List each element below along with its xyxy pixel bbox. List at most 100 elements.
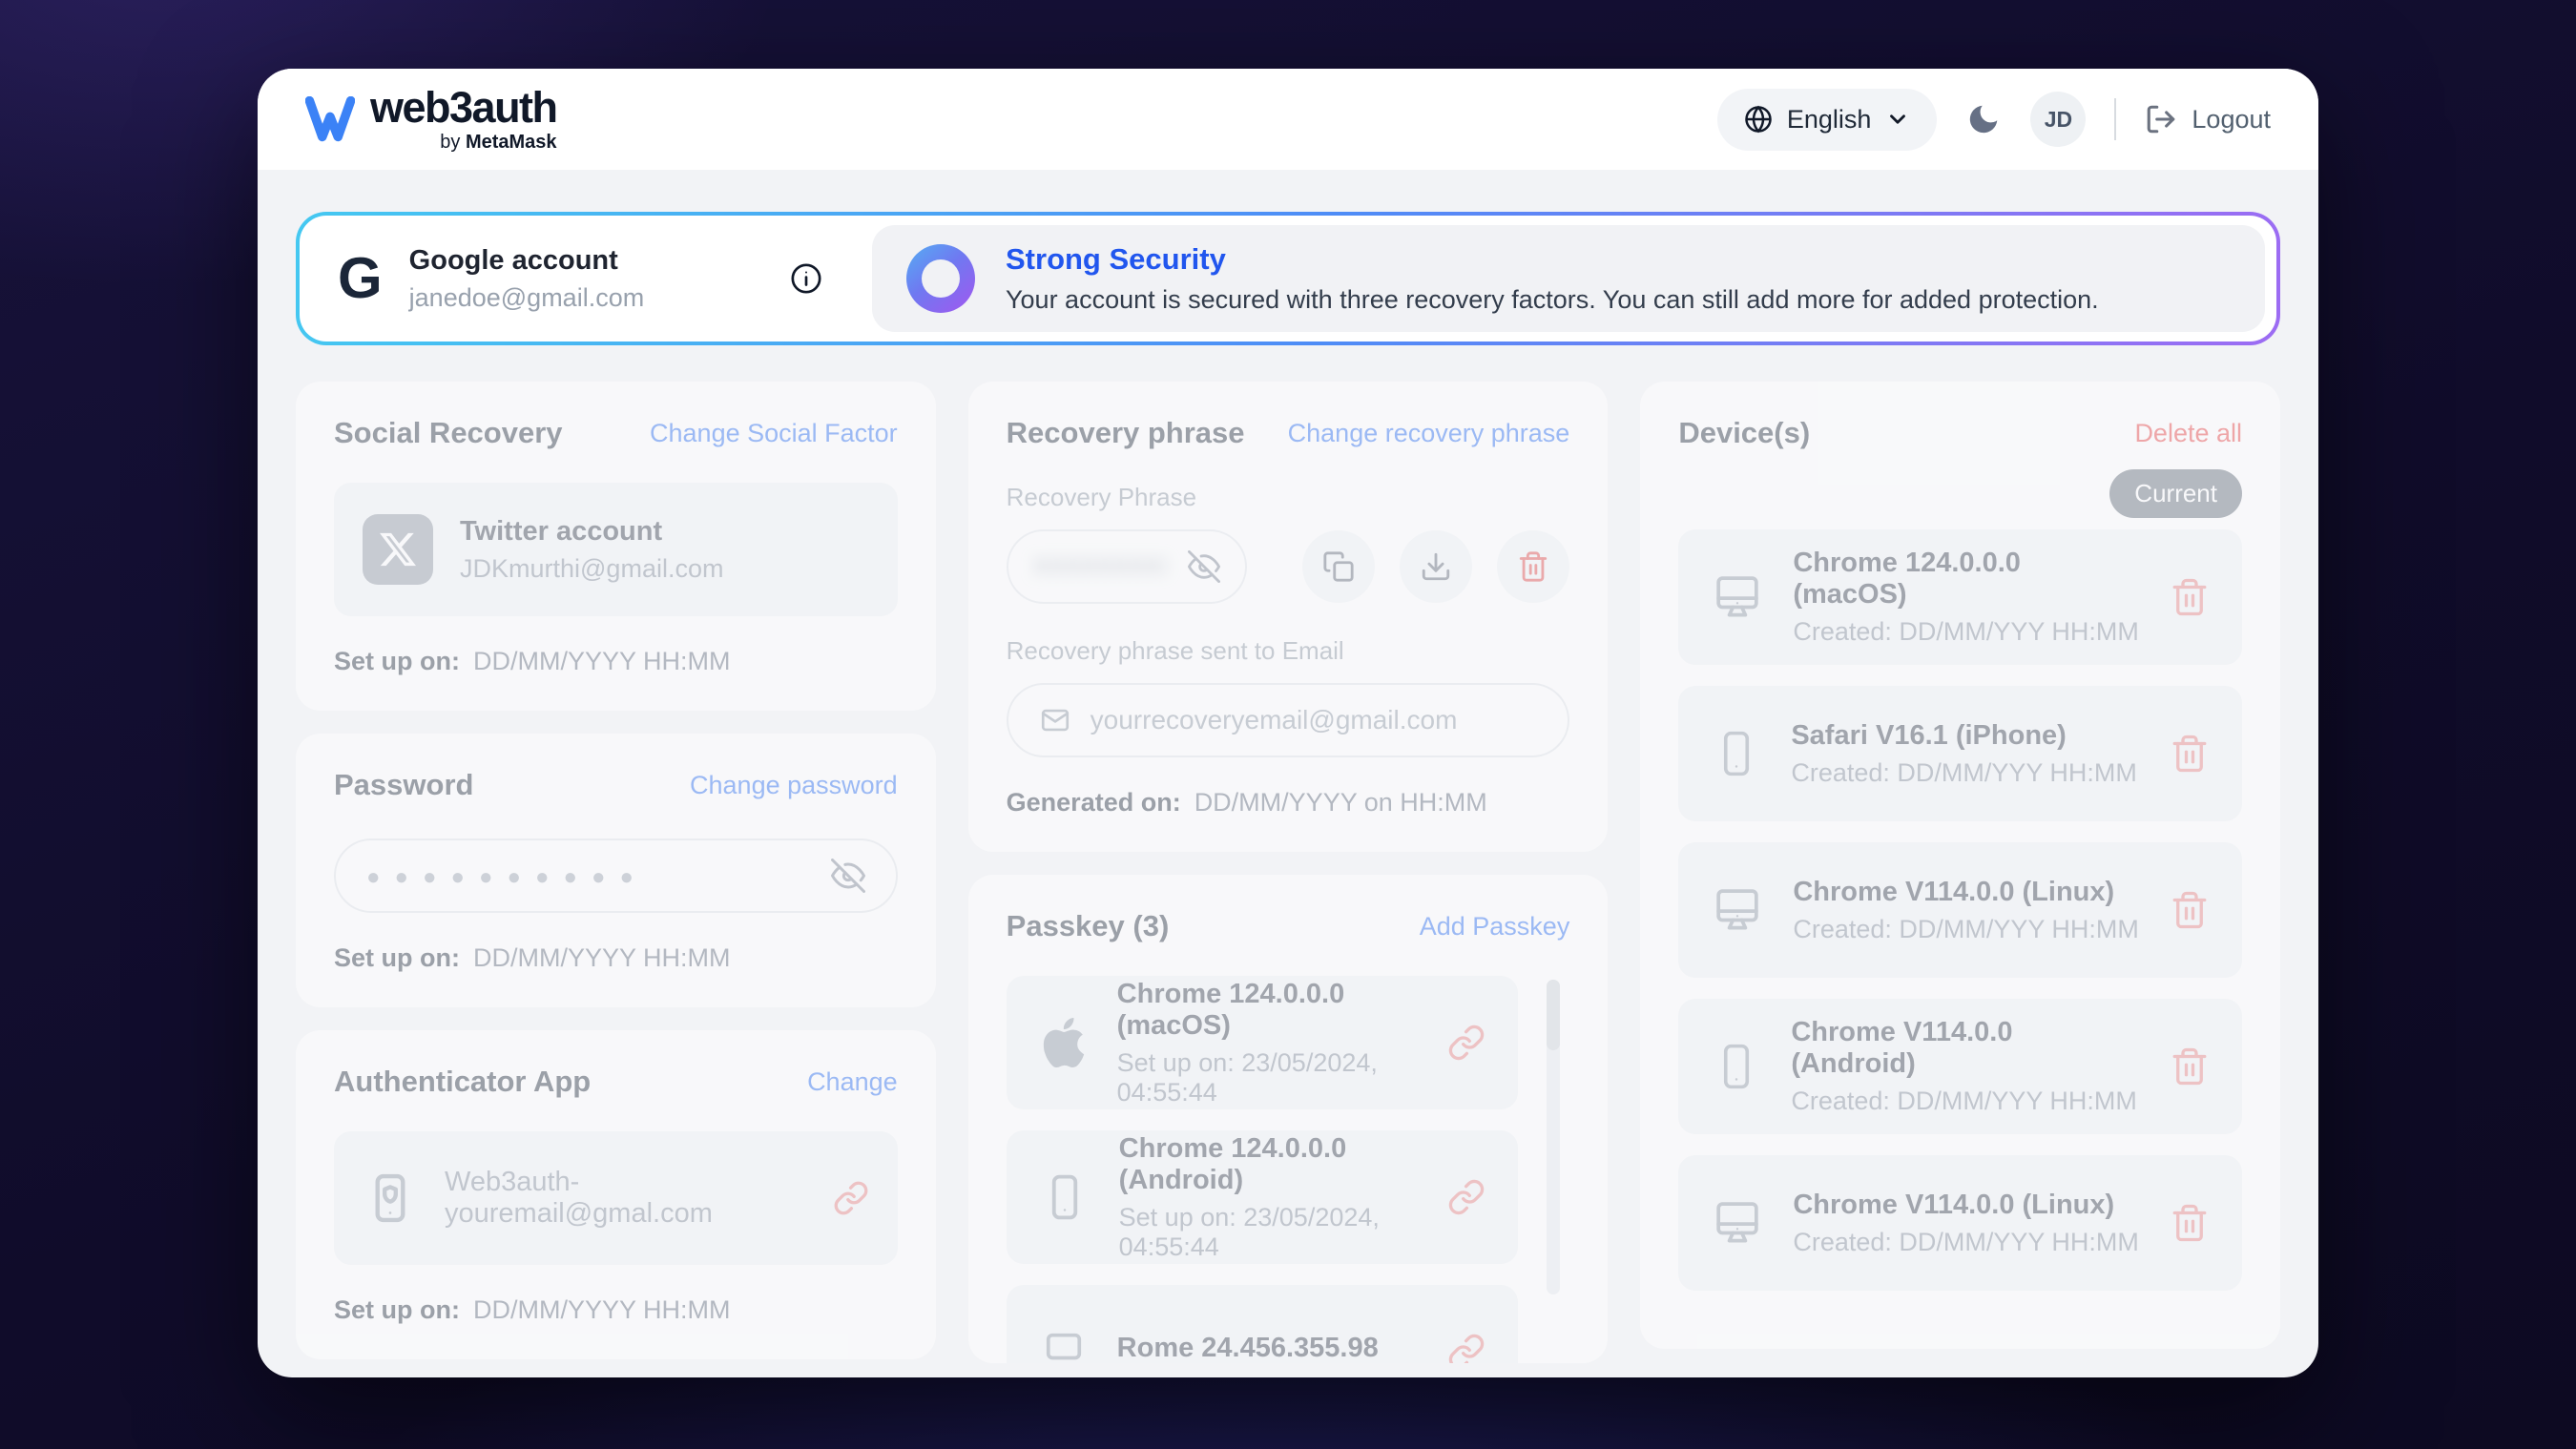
authenticator-account: Web3auth-youremail@gmal.com <box>445 1167 806 1230</box>
recovery-email-value: yourrecoveryemail@gmail.com <box>1091 705 1458 735</box>
twitter-account-title: Twitter account <box>460 516 723 548</box>
authenticator-card: Authenticator App Change Web3auth-yourem… <box>296 1030 936 1359</box>
moon-icon <box>1965 101 2002 137</box>
device-created: Created: DD/MM/YYY HH:MM <box>1793 1228 2139 1257</box>
unlink-icon[interactable] <box>833 1180 869 1216</box>
globe-icon <box>1744 105 1773 134</box>
setup-label: Set up on: <box>334 1295 460 1325</box>
info-icon[interactable] <box>790 262 822 295</box>
language-selector[interactable]: English <box>1717 89 1938 151</box>
app-window: web3auth by MetaMask English <box>258 69 2318 1377</box>
desktop-icon <box>1711 1196 1764 1250</box>
setup-value: DD/MM/YYYY HH:MM <box>473 943 731 973</box>
security-banner: G Google account janedoe@gmail.com Stron… <box>296 212 2280 345</box>
scrollbar-track[interactable] <box>1547 980 1560 1294</box>
passkey-title: Passkey (3) <box>1007 909 1170 943</box>
connected-account: G Google account janedoe@gmail.com <box>300 216 861 342</box>
desktop-icon <box>1711 883 1764 937</box>
web3auth-w-icon <box>305 96 355 142</box>
link-icon[interactable] <box>1447 1333 1485 1363</box>
twitter-account-email: JDKmurthi@gmail.com <box>460 554 723 584</box>
password-title: Password <box>334 768 473 802</box>
brand-byline: by MetaMask <box>440 132 556 154</box>
recovery-phrase-input[interactable]: XXXXXXXXXXXXXX <box>1007 529 1247 604</box>
setup-label: Set up on: <box>334 943 460 973</box>
passkey-name: Chrome 124.0.0.0 (Android) <box>1119 1133 1420 1196</box>
recovery-email-input[interactable]: yourrecoveryemail@gmail.com <box>1007 683 1570 757</box>
passkey-setup: Set up on: 23/05/2024, 04:55:44 <box>1117 1048 1420 1107</box>
security-ring-icon <box>906 244 975 313</box>
logout-label: Logout <box>2192 105 2271 135</box>
eye-off-icon[interactable] <box>1188 550 1220 583</box>
passkey-setup: Set up on: 23/05/2024, 04:55:44 <box>1119 1203 1420 1262</box>
device-name: Safari V16.1 (iPhone) <box>1791 720 2137 752</box>
desktop-icon <box>1711 570 1764 624</box>
recovery-phrase-masked: XXXXXXXXXXXXXX <box>1033 553 1167 581</box>
trash-icon[interactable] <box>2170 577 2210 617</box>
smartphone-icon <box>1039 1171 1091 1223</box>
trash-icon[interactable] <box>2170 734 2210 774</box>
factors-grid: Social Recovery Change Social Factor Twi… <box>296 382 2280 1363</box>
eye-off-icon[interactable] <box>831 859 865 893</box>
download-button[interactable] <box>1400 530 1472 603</box>
generated-label: Generated on: <box>1007 788 1181 818</box>
generated-value: DD/MM/YYYY on HH:MM <box>1195 788 1487 818</box>
recovery-phrase-title: Recovery phrase <box>1007 416 1245 450</box>
x-twitter-icon <box>363 514 433 585</box>
passkey-name: Chrome 124.0.0.0 (macOS) <box>1117 979 1420 1042</box>
trash-icon <box>1517 550 1549 583</box>
trash-icon[interactable] <box>2170 890 2210 930</box>
trash-icon[interactable] <box>2170 1203 2210 1243</box>
page-background: web3auth by MetaMask English <box>0 0 2576 1449</box>
passkey-card: Passkey (3) Add Passkey Chrome 124.0.0.0… <box>968 875 1609 1363</box>
password-input[interactable]: ●●●●●●●●●● <box>334 838 898 913</box>
laptop-icon <box>1039 1327 1089 1363</box>
add-passkey-link[interactable]: Add Passkey <box>1420 912 1570 942</box>
user-avatar[interactable]: JD <box>2030 92 2086 147</box>
recovery-phrase-card: Recovery phrase Change recovery phrase R… <box>968 382 1609 852</box>
trash-icon[interactable] <box>2170 1046 2210 1087</box>
link-icon[interactable] <box>1447 1178 1485 1216</box>
recovery-phrase-label: Recovery Phrase <box>1007 483 1570 512</box>
change-recovery-phrase-link[interactable]: Change recovery phrase <box>1288 419 1570 448</box>
device-row: Safari V16.1 (iPhone) Created: DD/MM/YYY… <box>1678 686 2242 821</box>
change-authenticator-link[interactable]: Change <box>807 1067 898 1097</box>
google-icon: G <box>338 250 383 307</box>
copy-icon <box>1322 550 1355 583</box>
logout-button[interactable]: Logout <box>2145 103 2271 135</box>
device-name: Chrome V114.0.0 (Linux) <box>1793 877 2139 908</box>
device-name: Chrome V114.0.0 (Linux) <box>1793 1190 2139 1221</box>
logout-icon <box>2145 103 2177 135</box>
device-created: Created: DD/MM/YYY HH:MM <box>1791 758 2137 788</box>
apple-icon <box>1039 1018 1089 1067</box>
scrollbar-thumb[interactable] <box>1547 980 1560 1050</box>
social-recovery-title: Social Recovery <box>334 416 563 450</box>
current-device-badge: Current <box>2109 469 2242 518</box>
authenticator-title: Authenticator App <box>334 1065 591 1099</box>
device-row: Chrome V114.0.0 (Android) Created: DD/MM… <box>1678 999 2242 1134</box>
smartphone-icon <box>1711 728 1762 779</box>
dark-mode-toggle[interactable] <box>1965 101 2002 137</box>
security-title: Strong Security <box>1006 242 2099 277</box>
download-icon <box>1420 550 1452 583</box>
setup-value: DD/MM/YYYY HH:MM <box>473 1295 731 1325</box>
app-header: web3auth by MetaMask English <box>258 69 2318 170</box>
change-password-link[interactable]: Change password <box>690 771 898 800</box>
device-name: Chrome V114.0.0 (Android) <box>1791 1017 2141 1080</box>
devices-title: Device(s) <box>1678 416 1810 450</box>
change-social-factor-link[interactable]: Change Social Factor <box>650 419 898 448</box>
password-card: Password Change password ●●●●●●●●●● Set … <box>296 734 936 1007</box>
device-created: Created: DD/MM/YYY HH:MM <box>1791 1087 2141 1116</box>
mail-icon <box>1039 704 1071 736</box>
header-divider <box>2114 98 2116 140</box>
copy-button[interactable] <box>1302 530 1375 603</box>
passkey-row: Chrome 124.0.0.0 (Android) Set up on: 23… <box>1007 1130 1519 1264</box>
link-icon[interactable] <box>1447 1024 1485 1062</box>
smartphone-icon <box>1711 1041 1762 1092</box>
passkey-row: Chrome 124.0.0.0 (macOS) Set up on: 23/0… <box>1007 976 1519 1109</box>
delete-all-link[interactable]: Delete all <box>2134 419 2242 448</box>
social-recovery-card: Social Recovery Change Social Factor Twi… <box>296 382 936 711</box>
delete-phrase-button[interactable] <box>1497 530 1569 603</box>
device-list: Chrome 124.0.0.0 (macOS) Created: DD/MM/… <box>1678 529 2242 1291</box>
security-status: Strong Security Your account is secured … <box>872 225 2265 332</box>
